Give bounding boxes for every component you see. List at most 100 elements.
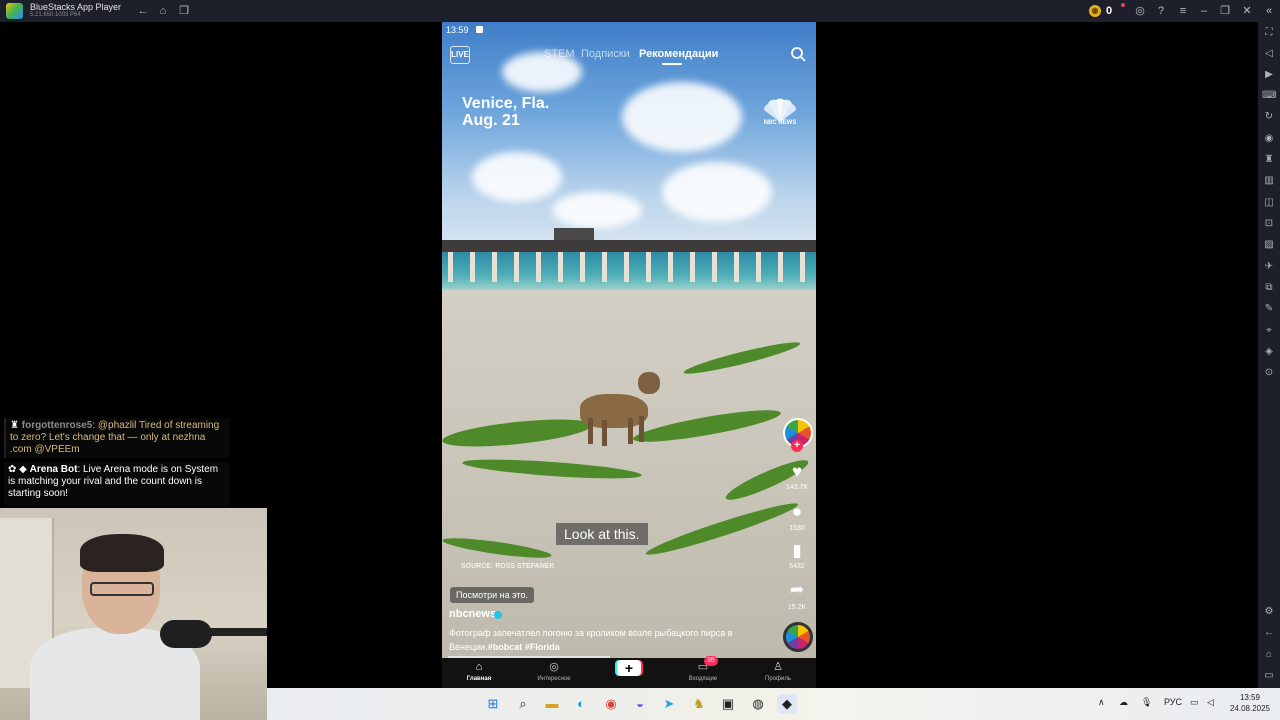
airplane-icon[interactable]: ✈	[1262, 260, 1276, 274]
home-icon[interactable]: ⌂	[156, 4, 170, 18]
windows-taskbar	[267, 688, 1280, 720]
video-location: Venice, Fla.	[462, 95, 550, 112]
cloud	[472, 152, 562, 202]
android-recents-icon[interactable]: ▭	[1262, 669, 1276, 683]
share-count: 15.2K	[787, 604, 807, 611]
notification-dot	[1121, 3, 1125, 7]
media-icon[interactable]: ▶	[1262, 68, 1276, 82]
webcam-feed	[0, 508, 267, 720]
webcam-glasses	[90, 582, 154, 596]
keyboard-icon[interactable]: ⌨	[1262, 89, 1276, 103]
pier-post	[712, 252, 717, 282]
nav-profile-label[interactable]: Профиль	[748, 676, 808, 682]
layers-icon[interactable]: ◈	[1262, 345, 1276, 359]
webcam-person-hair	[80, 534, 164, 572]
android-home-icon[interactable]: ⌂	[1262, 648, 1276, 662]
nav-inbox-label[interactable]: Входящие	[673, 676, 733, 682]
create-post-button[interactable]: +	[617, 660, 641, 676]
video-description[interactable]: Фотограф запечатлел погоню за кроликом в…	[449, 628, 759, 638]
stats-icon[interactable]: ▥	[1262, 174, 1276, 188]
pier-post	[602, 252, 607, 282]
tab-for-you[interactable]: Рекомендации	[639, 48, 718, 60]
close-icon[interactable]: ✕	[1240, 4, 1254, 18]
bot-badge-icon: ✿ ◆	[8, 464, 30, 475]
gallery-icon[interactable]: ▨	[1262, 238, 1276, 252]
rotate-icon[interactable]: ↻	[1262, 110, 1276, 124]
pier-post	[580, 252, 585, 282]
app-version: 5.21.650.1003 P64	[30, 12, 81, 18]
author-username[interactable]: nbcnews	[449, 608, 496, 620]
music-disc-icon[interactable]	[783, 622, 813, 652]
tray-network-app-icon[interactable]: ☁	[1119, 697, 1128, 708]
phone-screen[interactable]: 13:59 LIVE STEM Подписки Рекомендации Ve…	[442, 22, 816, 688]
eco-mode-icon[interactable]: ✎	[1262, 302, 1276, 316]
obs-icon[interactable]: ◍	[748, 694, 768, 714]
comment-count: 1530	[789, 525, 805, 532]
taskbar-clock[interactable]: 13:59 24.08.2025	[1226, 692, 1274, 714]
file-explorer-icon[interactable]: ▬	[542, 694, 562, 714]
share-arrow-icon[interactable]: ➦	[786, 580, 808, 600]
windows-start-icon[interactable]: ⊞	[483, 694, 503, 714]
tab-following[interactable]: Подписки	[581, 48, 630, 60]
account-icon[interactable]: ◎	[1133, 4, 1147, 18]
translated-caption-chip[interactable]: Посмотри на это.	[450, 587, 535, 603]
tray-display-icon[interactable]: ▭	[1190, 697, 1199, 708]
bluestacks-taskbar-icon[interactable]: ◆	[777, 694, 797, 714]
compass-icon[interactable]: ◎	[544, 660, 564, 674]
bobcat-leg	[602, 420, 607, 446]
restore-icon[interactable]: ❐	[1218, 4, 1232, 18]
settings-gear-icon[interactable]: ⚙	[1262, 605, 1276, 619]
tray-chevron-icon[interactable]: ∧	[1098, 697, 1105, 708]
menu-icon[interactable]: ≡	[1176, 4, 1190, 18]
multi-window-icon[interactable]: ⧉	[1262, 281, 1276, 295]
screenshot-icon[interactable]: ◫	[1262, 196, 1276, 210]
window-app-icon[interactable]: ▣	[718, 694, 738, 714]
follow-plus-icon[interactable]: +	[791, 440, 803, 452]
save-count: 5432	[789, 563, 805, 570]
search-icon[interactable]	[790, 46, 806, 62]
gamepad-icon[interactable]: ♜	[1262, 153, 1276, 167]
volume-icon[interactable]: ◁	[1262, 47, 1276, 61]
chat-username: forgottenrose5	[21, 420, 93, 431]
fullscreen-icon[interactable]: ⛶	[1262, 26, 1276, 40]
collapse-sidebar-icon[interactable]: «	[1262, 4, 1276, 18]
home-nav-icon[interactable]: ⌂	[469, 660, 489, 674]
coin-icon[interactable]: ◉	[1089, 5, 1101, 17]
tray-mic-icon[interactable]: 🎙	[1141, 697, 1152, 708]
like-count: 143.7K	[785, 484, 809, 491]
profile-icon[interactable]: ♙	[768, 660, 788, 674]
discord-icon[interactable]: ◒	[630, 694, 650, 714]
language-indicator[interactable]: РУС	[1164, 697, 1182, 707]
video-source-credit: SOURCE: ROSS STEPANEK	[461, 563, 555, 570]
minimize-icon[interactable]: –	[1197, 4, 1211, 18]
telegram-icon[interactable]: ➤	[659, 694, 679, 714]
live-button[interactable]: LIVE	[450, 46, 470, 64]
search-taskbar-icon[interactable]: ⌕	[513, 694, 533, 714]
tray-volume-icon[interactable]: ◁	[1207, 697, 1214, 708]
like-heart-icon[interactable]: ♥	[786, 462, 808, 482]
nav-explore-label[interactable]: Интересное	[524, 676, 584, 682]
comment-icon[interactable]: ●	[786, 502, 808, 522]
tab-stem[interactable]: STEM	[544, 48, 575, 60]
app-icon[interactable]: ♞	[689, 694, 709, 714]
video-description-cont[interactable]: Венеции.#bobcat #Florida	[449, 642, 560, 652]
record-icon[interactable]: ⊡	[1262, 217, 1276, 231]
shake-icon[interactable]: ◉	[1262, 132, 1276, 146]
chrome-icon[interactable]: ◉	[601, 694, 621, 714]
sync-icon[interactable]: ⊙	[1262, 366, 1276, 380]
chat-badge-icon: ♜	[10, 420, 22, 431]
bobcat-leg	[628, 418, 633, 444]
edge-browser-icon[interactable]: ◐	[571, 694, 591, 714]
location-icon[interactable]: ⌖	[1262, 324, 1276, 338]
video-date: Aug. 21	[462, 112, 520, 129]
pier-post	[470, 252, 475, 282]
hashtags[interactable]: #bobcat #Florida	[488, 642, 560, 652]
mic-arm	[205, 628, 267, 636]
help-icon[interactable]: ?	[1154, 4, 1168, 18]
pier-post	[536, 252, 541, 282]
multi-instance-icon[interactable]: ❐	[177, 4, 191, 18]
back-arrow-icon[interactable]: ←	[136, 4, 150, 18]
android-back-icon[interactable]: ←	[1262, 626, 1276, 640]
bookmark-icon[interactable]: ▮	[786, 541, 808, 561]
nav-home-label[interactable]: Главная	[449, 676, 509, 682]
